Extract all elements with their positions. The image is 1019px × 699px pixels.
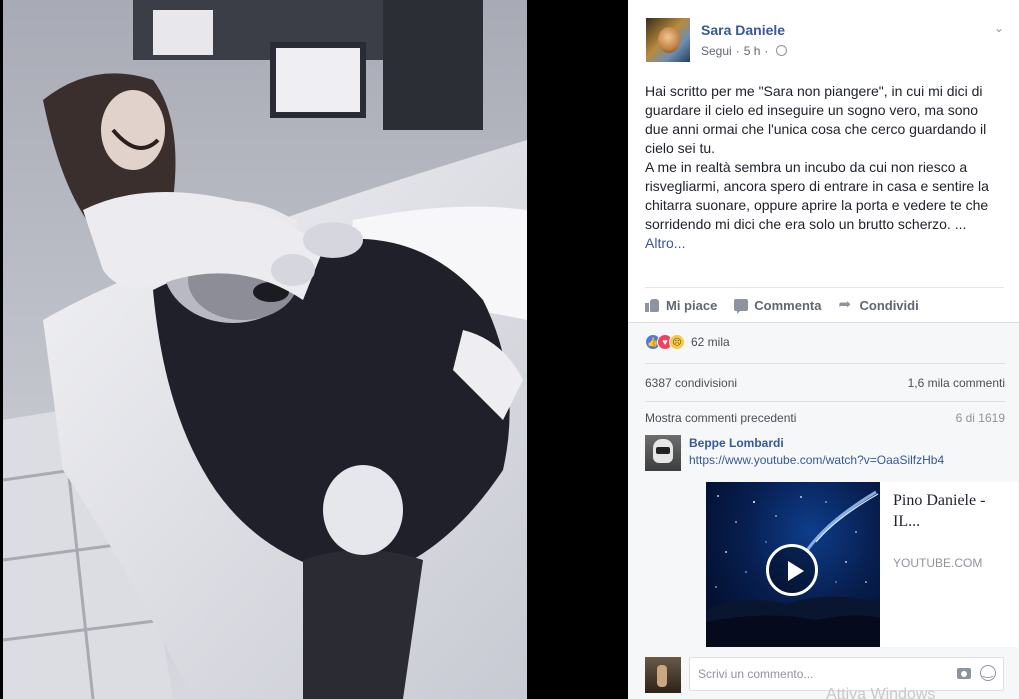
post-side-panel: Sara Daniele Segui · 5 h · ⌄ Hai scritto pe… xyxy=(628,0,1019,699)
comment-link[interactable]: https://www.youtube.com/watch?v=OaaSilfz… xyxy=(689,453,944,467)
share-label: Condividi xyxy=(859,297,919,313)
meta-separator: · xyxy=(735,44,740,58)
share-icon xyxy=(838,295,853,313)
camera-icon[interactable] xyxy=(957,668,971,679)
divider xyxy=(645,287,1004,288)
comment-composer xyxy=(645,655,1005,693)
like-label: Mi piace xyxy=(666,297,718,313)
video-info[interactable]: Pino Daniele - IL... YOUTUBE.COM xyxy=(880,482,1018,647)
sad-reaction-icon: ☹ xyxy=(669,334,685,350)
smiley-icon[interactable] xyxy=(980,664,996,681)
current-user-avatar xyxy=(645,657,681,693)
show-previous-comments-link[interactable]: Mostra commenti precedenti xyxy=(645,411,796,425)
comment-button[interactable]: Commenta xyxy=(734,297,822,314)
comment-label: Commenta xyxy=(754,297,822,313)
photo-illustration xyxy=(3,0,527,699)
post-meta: Segui · 5 h · xyxy=(701,44,788,58)
post-photo[interactable] xyxy=(3,0,527,699)
follow-link[interactable]: Segui xyxy=(701,44,732,58)
divider xyxy=(645,401,1005,402)
see-more-link[interactable]: Altro... xyxy=(645,235,685,251)
share-button[interactable]: Condividi xyxy=(838,295,919,313)
video-title[interactable]: Pino Daniele - IL... xyxy=(893,490,1013,532)
post-actions: Mi piace Commenta Condividi xyxy=(645,294,1005,316)
chevron-down-icon[interactable]: ⌄ xyxy=(994,22,1006,34)
comments-pager: 6 di 1619 xyxy=(955,411,1005,425)
reactions-count[interactable]: 62 mila xyxy=(691,335,730,349)
like-icon xyxy=(645,298,660,312)
globe-icon xyxy=(776,45,788,56)
post-paragraph: Hai scritto per me "Sara non piangere", … xyxy=(645,83,987,156)
comments-count[interactable]: 1,6 mila commenti xyxy=(908,376,1005,390)
shares-count[interactable]: 6387 condivisioni xyxy=(645,376,737,390)
photo-viewer xyxy=(0,0,628,699)
windows-activation-watermark: Attiva Windows xyxy=(826,686,936,699)
post-timestamp[interactable]: 5 h xyxy=(744,44,761,58)
post-paragraph-text: A me in realtà sembra un incubo da cui n… xyxy=(645,159,989,232)
author-avatar[interactable] xyxy=(646,18,690,62)
author-name[interactable]: Sara Daniele xyxy=(701,22,785,38)
commenter-avatar[interactable] xyxy=(645,435,681,471)
post-header: Sara Daniele Segui · 5 h · ⌄ xyxy=(646,18,1008,64)
meta-separator: · xyxy=(764,44,769,58)
post-paragraph: A me in realtà sembra un incubo da cui n… xyxy=(645,158,995,253)
video-source: YOUTUBE.COM xyxy=(893,556,983,570)
play-icon xyxy=(788,561,804,581)
video-link-card[interactable]: Pino Daniele - IL... YOUTUBE.COM xyxy=(706,482,1018,647)
play-button[interactable] xyxy=(766,544,818,596)
like-button[interactable]: Mi piace xyxy=(645,298,717,313)
commenter-name[interactable]: Beppe Lombardi xyxy=(689,436,784,450)
reactions-summary[interactable]: 👍 ♥ ☹ 62 mila xyxy=(645,333,730,351)
comment-icon xyxy=(734,299,749,314)
post-text: Hai scritto per me "Sara non piangere", … xyxy=(645,82,995,253)
video-thumbnail[interactable] xyxy=(706,482,880,647)
divider xyxy=(645,363,1005,364)
